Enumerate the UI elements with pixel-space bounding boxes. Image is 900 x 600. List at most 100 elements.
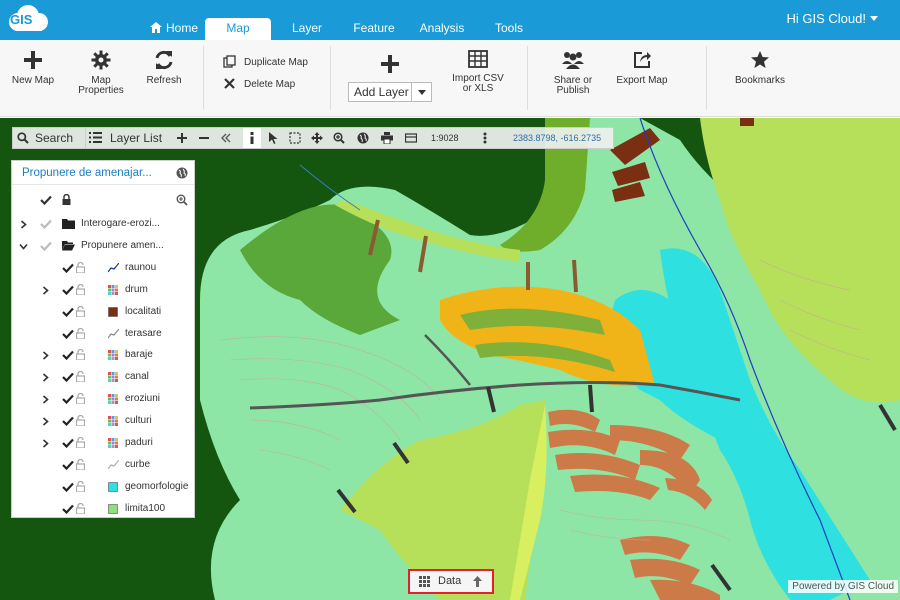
bookmarks-button[interactable]: Bookmarks — [730, 50, 790, 86]
collapse-toolbar-button[interactable] — [221, 128, 237, 148]
layer-name: canal — [125, 371, 149, 383]
unlock-icon[interactable] — [76, 437, 85, 448]
tab-home[interactable]: Home — [146, 18, 202, 40]
tab-feature[interactable]: Feature — [346, 18, 402, 40]
zoom-to-icon[interactable] — [176, 194, 188, 206]
add-layer-dropdown[interactable]: Add Layer — [348, 82, 432, 102]
home-icon — [149, 22, 162, 33]
multi-style-icon — [108, 372, 118, 383]
new-map-button[interactable]: New Map — [10, 50, 56, 86]
unlock-icon[interactable] — [76, 305, 85, 317]
duplicate-map-label: Duplicate Map — [244, 57, 308, 68]
visibility-check-icon[interactable] — [62, 482, 74, 492]
visibility-check-icon[interactable] — [62, 438, 74, 448]
chevron-right-icon[interactable] — [41, 395, 50, 404]
visibility-check-icon[interactable] — [62, 504, 74, 514]
unlock-icon[interactable] — [76, 458, 85, 470]
fill-symbol-icon — [108, 306, 118, 317]
chevron-right-icon[interactable] — [41, 417, 50, 426]
tab-analysis[interactable]: Analysis — [414, 18, 470, 40]
visibility-check-icon[interactable] — [62, 460, 74, 470]
layer-row[interactable]: limita100 — [12, 498, 194, 520]
layer-row[interactable]: terasare — [12, 323, 194, 345]
cursor-coordinates: 2383.8798, -616.2735 — [513, 133, 602, 143]
layer-row[interactable]: canal — [12, 366, 194, 388]
layer-row[interactable]: paduri — [12, 432, 194, 454]
visibility-check-icon[interactable] — [40, 219, 52, 229]
unlock-icon[interactable] — [76, 349, 85, 361]
layer-row[interactable]: raunou — [12, 257, 194, 279]
layer-row[interactable]: baraje — [12, 344, 194, 366]
refresh-button[interactable]: Refresh — [142, 50, 186, 86]
visibility-check-icon[interactable] — [62, 394, 74, 405]
globe-icon[interactable] — [176, 167, 188, 179]
chevron-down-icon — [411, 83, 431, 101]
unlock-icon[interactable] — [76, 502, 85, 514]
layer-list-button[interactable]: Layer List — [89, 128, 173, 148]
visibility-check-icon[interactable] — [40, 241, 52, 251]
unlock-icon[interactable] — [76, 480, 85, 492]
layer-panel-header[interactable]: Propunere de amenajar... — [12, 161, 194, 185]
map-scale: 1:9028 — [431, 133, 459, 143]
layer-row[interactable]: eroziuni — [12, 388, 194, 410]
unlock-icon[interactable] — [76, 393, 85, 405]
full-extent-button[interactable] — [355, 128, 371, 148]
map-properties-button[interactable]: Map Properties — [74, 50, 128, 96]
minus-icon — [199, 137, 209, 139]
logo-text: GIS — [10, 12, 33, 27]
box-select-button[interactable] — [287, 128, 303, 148]
layer-row[interactable]: geomorfologie — [12, 476, 194, 498]
visibility-check-icon[interactable] — [62, 307, 74, 317]
tab-layer-label: Layer — [291, 21, 323, 35]
chevron-right-icon[interactable] — [41, 351, 50, 360]
chevron-right-icon[interactable] — [19, 220, 28, 229]
unlock-icon[interactable] — [76, 283, 85, 295]
visibility-check-icon[interactable] — [62, 372, 74, 383]
share-publish-button[interactable]: Share or Publish — [548, 50, 598, 96]
tab-layer[interactable]: Layer — [282, 18, 332, 40]
unlock-icon[interactable] — [76, 261, 85, 273]
tab-tools[interactable]: Tools — [486, 18, 532, 40]
visibility-check-icon[interactable] — [62, 350, 74, 361]
visibility-check-icon[interactable] — [62, 263, 74, 273]
layer-row[interactable]: curbe — [12, 454, 194, 476]
visibility-check-icon[interactable] — [62, 285, 74, 295]
visibility-check-icon[interactable] — [62, 416, 74, 427]
layer-list-label: Layer List — [110, 131, 163, 145]
tab-map[interactable]: Map — [205, 18, 271, 40]
data-panel-button[interactable]: Data — [408, 569, 494, 594]
unlock-icon[interactable] — [76, 371, 85, 383]
import-csv-button[interactable]: Import CSV or XLS — [448, 50, 508, 94]
lock-icon[interactable] — [62, 194, 71, 205]
unlock-icon[interactable] — [76, 327, 85, 339]
pan-tool-button[interactable] — [309, 128, 325, 148]
zoom-tool-button[interactable] — [331, 128, 347, 148]
search-button[interactable]: Search — [17, 128, 83, 148]
layer-row[interactable]: culturi — [12, 410, 194, 432]
select-tool-button[interactable] — [265, 128, 281, 148]
user-menu[interactable]: Hi GIS Cloud! — [787, 11, 878, 26]
chevron-right-icon[interactable] — [41, 373, 50, 382]
measure-tool-button[interactable] — [403, 128, 419, 148]
info-tool-button[interactable] — [243, 128, 261, 148]
chevron-right-icon[interactable] — [41, 439, 50, 448]
print-button[interactable] — [379, 128, 395, 148]
unlock-icon[interactable] — [76, 415, 85, 427]
zoom-out-button[interactable] — [199, 128, 215, 148]
more-options-button[interactable] — [479, 128, 491, 148]
check-all-icon[interactable] — [40, 195, 52, 205]
zoom-in-button[interactable] — [177, 128, 193, 148]
layer-row[interactable]: localitati — [12, 301, 194, 323]
layer-row[interactable]: Interogare-erozi... — [12, 213, 194, 235]
duplicate-map-button[interactable]: Duplicate Map — [223, 55, 308, 68]
delete-map-button[interactable]: Delete Map — [223, 77, 295, 90]
export-map-button[interactable]: Export Map — [614, 50, 670, 86]
visibility-check-icon[interactable] — [62, 329, 74, 339]
layer-name: Interogare-erozi... — [81, 218, 160, 229]
layer-row[interactable]: Propunere amen... — [12, 235, 194, 257]
chevron-down-icon[interactable] — [19, 242, 28, 251]
layer-row[interactable]: drum — [12, 279, 194, 301]
chevron-right-icon[interactable] — [41, 286, 50, 295]
ruler-icon — [404, 133, 418, 143]
add-layer-plus-icon[interactable] — [380, 54, 400, 74]
